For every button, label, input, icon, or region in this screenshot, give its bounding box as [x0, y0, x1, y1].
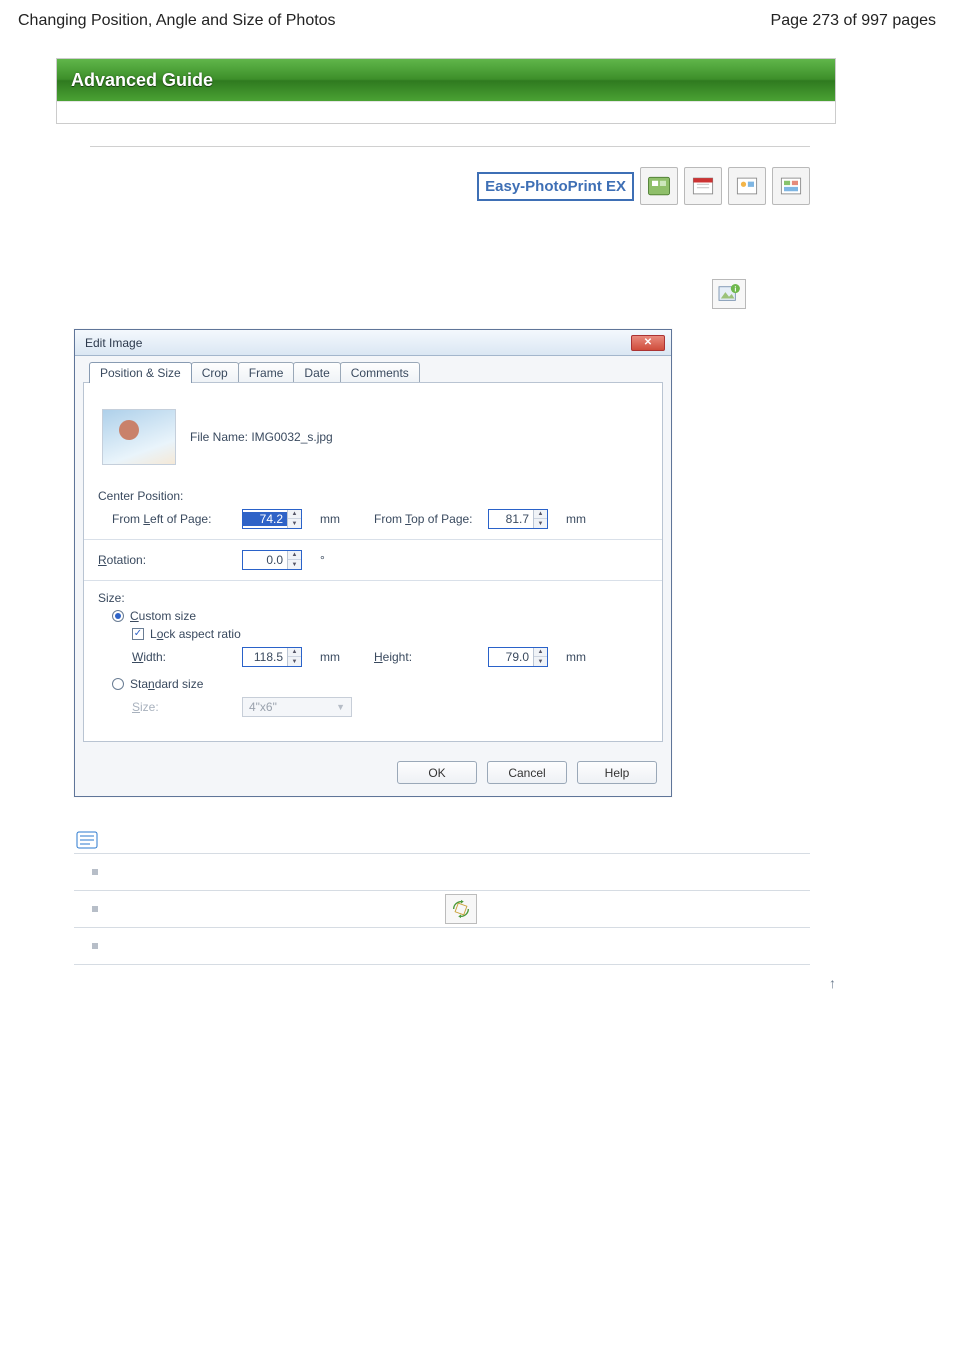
note-line-3 — [74, 930, 810, 962]
note-line-1 — [74, 856, 810, 888]
tab-panel-position-size: File Name: IMG0032_s.jpg Center Position… — [83, 382, 663, 742]
from-left-label: From Left of Page: — [98, 512, 228, 526]
radio-off-icon — [112, 678, 124, 690]
epp-calendar-icon[interactable] — [684, 167, 722, 205]
divider — [84, 539, 662, 540]
help-button[interactable]: Help — [577, 761, 657, 784]
checkbox-on-icon — [132, 628, 144, 640]
dialog-title: Edit Image — [85, 336, 142, 350]
page-title: Changing Position, Angle and Size of Pho… — [18, 12, 336, 30]
spinner-icon[interactable]: ▲▼ — [533, 648, 547, 666]
from-top-value: 81.7 — [489, 512, 533, 526]
custom-size-radio[interactable]: Custom size — [98, 609, 648, 623]
tab-crop[interactable]: Crop — [191, 362, 239, 383]
from-left-value: 74.2 — [243, 512, 287, 526]
width-value: 118.5 — [243, 650, 287, 664]
spinner-icon[interactable]: ▲▼ — [287, 551, 301, 569]
close-icon: ✕ — [644, 337, 652, 348]
dialog-tabs: Position & Size Crop Frame Date Comments — [75, 356, 671, 383]
bullet-icon — [92, 869, 98, 875]
unit-mm: mm — [566, 650, 586, 664]
rotation-input[interactable]: 0.0 ▲▼ — [242, 550, 302, 570]
note-icon — [74, 829, 100, 851]
spinner-icon[interactable]: ▲▼ — [287, 510, 301, 528]
rotation-value: 0.0 — [243, 553, 287, 567]
close-button[interactable]: ✕ — [631, 335, 665, 351]
unit-mm: mm — [566, 512, 586, 526]
std-size-label: Size: — [132, 700, 228, 714]
radio-on-icon — [112, 610, 124, 622]
edit-image-dialog: Edit Image ✕ Position & Size Crop Frame … — [74, 329, 672, 797]
custom-size-label: Custom size — [130, 609, 196, 623]
width-label: Width: — [132, 650, 228, 664]
rotation-unit: ° — [320, 553, 325, 567]
bullet-icon — [92, 943, 98, 949]
height-label: Height: — [354, 650, 474, 664]
tab-comments[interactable]: Comments — [340, 362, 420, 383]
lock-aspect-checkbox[interactable]: Lock aspect ratio — [98, 627, 648, 641]
height-value: 79.0 — [489, 650, 533, 664]
epp-toolbar: Easy-PhotoPrint EX — [90, 157, 810, 209]
epp-label: Easy-PhotoPrint EX — [477, 172, 634, 201]
advanced-guide-panel: Advanced Guide — [56, 58, 836, 124]
std-size-value: 4"x6" — [249, 700, 277, 714]
tab-position-size[interactable]: Position & Size — [89, 362, 192, 383]
advanced-guide-label: Advanced Guide — [71, 70, 213, 91]
note-line-2 — [74, 893, 810, 925]
center-position-label: Center Position: — [98, 489, 648, 503]
epp-sticker-icon[interactable] — [728, 167, 766, 205]
from-top-input[interactable]: 81.7 ▲▼ — [488, 509, 548, 529]
rotation-label: Rotation: — [98, 553, 228, 567]
std-size-select: 4"x6" ▼ — [242, 697, 352, 717]
from-top-label: From Top of Page: — [354, 512, 474, 526]
notes-section — [74, 829, 810, 965]
svg-text:i: i — [734, 284, 736, 293]
width-input[interactable]: 118.5 ▲▼ — [242, 647, 302, 667]
epp-layout-icon[interactable] — [772, 167, 810, 205]
spinner-icon[interactable]: ▲▼ — [533, 510, 547, 528]
page-indicator: Page 273 of 997 pages — [771, 12, 936, 30]
chevron-down-icon: ▼ — [336, 702, 345, 712]
unit-mm: mm — [320, 650, 340, 664]
file-name-label: File Name: IMG0032_s.jpg — [190, 430, 333, 444]
ok-button[interactable]: OK — [397, 761, 477, 784]
standard-size-radio[interactable]: Standard size — [98, 677, 648, 691]
lock-aspect-label: Lock aspect ratio — [150, 627, 241, 641]
spinner-icon[interactable]: ▲▼ — [287, 648, 301, 666]
divider — [84, 580, 662, 581]
divider — [90, 146, 810, 147]
photo-thumbnail — [102, 409, 176, 465]
free-rotate-icon[interactable] — [445, 894, 477, 924]
standard-size-label: Standard size — [130, 677, 203, 691]
cancel-button[interactable]: Cancel — [487, 761, 567, 784]
advanced-guide-bar: Advanced Guide — [57, 59, 835, 101]
epp-album-icon[interactable] — [640, 167, 678, 205]
unit-mm: mm — [320, 512, 340, 526]
bullet-icon — [92, 906, 98, 912]
image-info-button[interactable]: i — [712, 279, 746, 309]
from-left-input[interactable]: 74.2 ▲▼ — [242, 509, 302, 529]
tab-frame[interactable]: Frame — [238, 362, 295, 383]
tab-date[interactable]: Date — [293, 362, 340, 383]
size-label: Size: — [98, 591, 648, 605]
advanced-guide-sub — [57, 101, 835, 123]
page-top-link[interactable]: ↑ — [56, 967, 836, 991]
height-input[interactable]: 79.0 ▲▼ — [488, 647, 548, 667]
